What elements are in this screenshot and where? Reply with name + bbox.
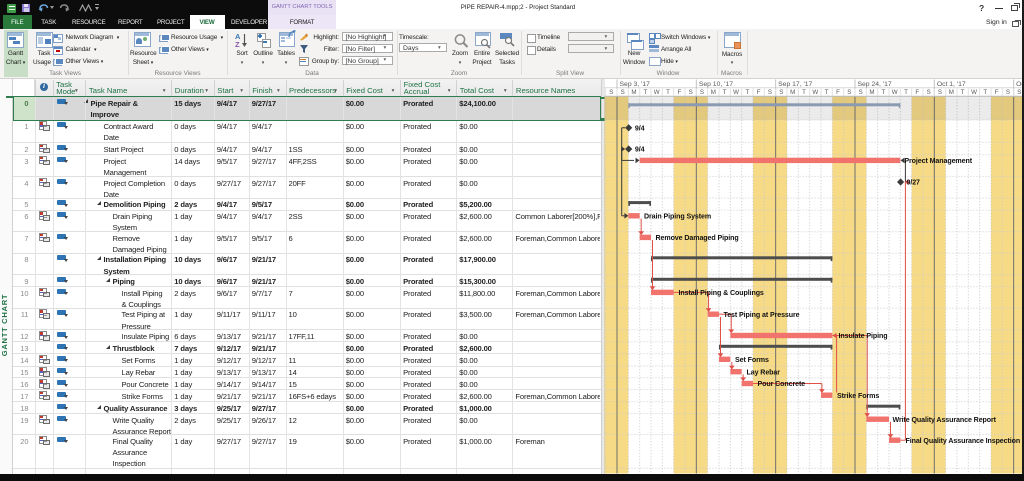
- svg-text:T: T: [825, 89, 829, 96]
- svg-text:T: T: [745, 89, 749, 96]
- svg-text:Strike Forms: Strike Forms: [837, 392, 879, 400]
- svg-text:Lay Rebar: Lay Rebar: [747, 368, 781, 376]
- svg-text:M: M: [711, 89, 716, 96]
- svg-text:T: T: [961, 89, 965, 96]
- svg-text:W: W: [892, 89, 898, 96]
- svg-text:Final Quality Assurance Inspec: Final Quality Assurance Inspection: [906, 437, 1021, 445]
- svg-text:Sep 3, '17: Sep 3, '17: [620, 81, 651, 88]
- svg-text:T: T: [983, 89, 987, 96]
- svg-text:Install Piping & Couplings: Install Piping & Couplings: [679, 289, 764, 297]
- svg-text:F: F: [757, 89, 761, 96]
- svg-text:Remove Damaged Piping: Remove Damaged Piping: [656, 234, 739, 242]
- svg-text:W: W: [971, 89, 977, 96]
- svg-text:Sep 17, '17: Sep 17, '17: [778, 81, 812, 88]
- svg-text:W: W: [733, 89, 739, 96]
- svg-text:S: S: [779, 89, 783, 96]
- svg-text:Pour Concrete: Pour Concrete: [758, 380, 806, 388]
- svg-text:T: T: [643, 89, 647, 96]
- svg-text:Set Forms: Set Forms: [735, 356, 769, 364]
- svg-text:S: S: [689, 89, 693, 96]
- svg-text:S: S: [859, 89, 863, 96]
- svg-text:S: S: [847, 89, 851, 96]
- svg-text:Project Management: Project Management: [904, 157, 972, 165]
- svg-text:S: S: [1017, 89, 1021, 96]
- svg-text:F: F: [915, 89, 919, 96]
- svg-text:9/4: 9/4: [635, 146, 645, 154]
- svg-text:T: T: [666, 89, 670, 96]
- svg-text:M: M: [790, 89, 795, 96]
- svg-text:Sep 24, '17: Sep 24, '17: [857, 81, 891, 88]
- svg-text:F: F: [995, 89, 999, 96]
- svg-text:Z: Z: [235, 40, 240, 48]
- svg-text:T: T: [904, 89, 908, 96]
- svg-text:9/4: 9/4: [635, 124, 645, 132]
- svg-text:S: S: [609, 89, 613, 96]
- svg-text:Sep 10, '17: Sep 10, '17: [699, 81, 733, 88]
- svg-text:T: T: [802, 89, 806, 96]
- svg-text:M: M: [869, 89, 874, 96]
- svg-text:W: W: [812, 89, 818, 96]
- svg-text:T: T: [723, 89, 727, 96]
- svg-text:S: S: [768, 89, 772, 96]
- svg-text:F: F: [600, 89, 602, 96]
- svg-text:M: M: [949, 89, 954, 96]
- svg-text:9/27: 9/27: [907, 179, 921, 187]
- svg-text:M: M: [631, 89, 636, 96]
- svg-text:Insulate Piping: Insulate Piping: [839, 332, 888, 340]
- svg-text:Test Piping at Pressure: Test Piping at Pressure: [724, 311, 800, 319]
- svg-text:Oct 1, '17: Oct 1, '17: [937, 81, 966, 88]
- svg-text:Drain Piping System: Drain Piping System: [644, 212, 711, 220]
- svg-text:S: S: [1006, 89, 1010, 96]
- svg-text:F: F: [677, 89, 681, 96]
- svg-text:W: W: [654, 89, 660, 96]
- svg-text:S: S: [700, 89, 704, 96]
- svg-text:S: S: [938, 89, 942, 96]
- svg-text:S: S: [621, 89, 625, 96]
- svg-text:Write Quality Assurance Report: Write Quality Assurance Report: [893, 416, 997, 424]
- svg-text:S: S: [927, 89, 931, 96]
- svg-text:F: F: [836, 89, 840, 96]
- svg-text:T: T: [881, 89, 885, 96]
